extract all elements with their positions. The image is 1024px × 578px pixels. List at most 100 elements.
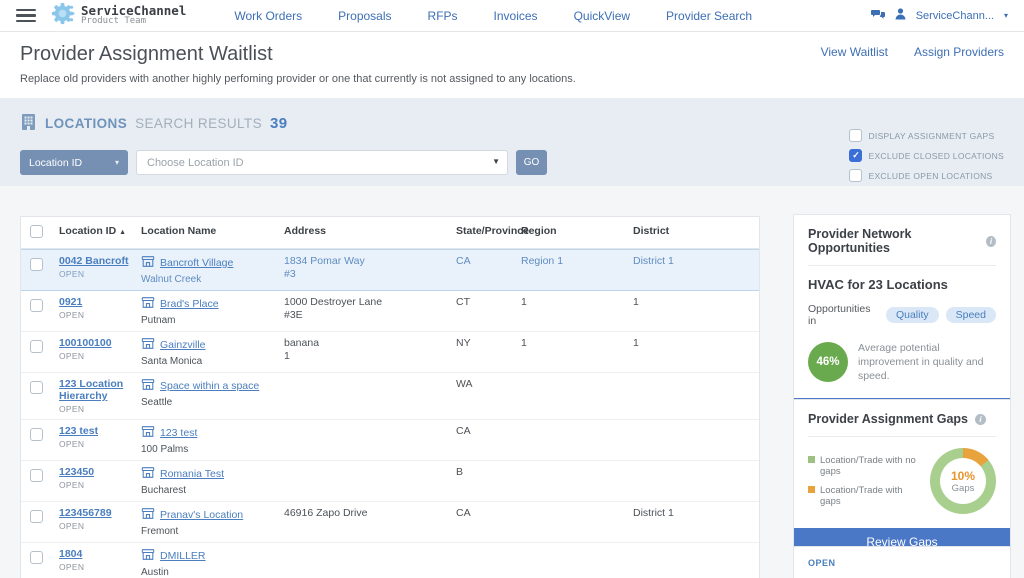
speed-pill[interactable]: Speed [946,307,996,323]
storefront-icon [141,255,155,271]
location-name-link[interactable]: Pranav's Location [160,509,243,521]
improvement-description: Average potential improvement in quality… [858,341,996,384]
page-subtitle: Replace old providers with another highl… [20,73,1004,85]
location-id-link[interactable]: 123450 [59,466,94,478]
brand-logo[interactable]: ServiceChannel Product Team [50,1,186,31]
user-menu[interactable]: ServiceChann... [916,10,994,22]
location-name-link[interactable]: 123 test [160,427,197,439]
location-id-link[interactable]: 123456789 [59,507,112,519]
address-cell [284,420,456,430]
location-city: Putnam [141,315,280,326]
nav-invoices[interactable]: Invoices [494,9,538,23]
table-header-row: Location ID ▲ Location Name Address Stat… [21,217,759,249]
row-checkbox[interactable] [30,510,43,523]
panel-title: Provider Assignment Gaps [808,412,968,426]
table-row[interactable]: 100100100OPEN GainzvilleSanta Monica ban… [21,332,759,373]
location-name-link[interactable]: Bancroft Village [160,257,233,269]
select-all-checkbox[interactable] [30,225,43,238]
storefront-icon [141,337,155,353]
go-button[interactable]: GO [516,150,547,175]
location-id-link[interactable]: 1804 [59,548,82,560]
table-row[interactable]: 1804OPEN DMILLERAustin [21,543,759,578]
info-icon[interactable]: i [975,414,986,425]
table-row[interactable]: 123450OPEN Romania TestBucharest B [21,461,759,502]
table-row[interactable]: 0042 BancroftOPEN Bancroft VillageWalnut… [21,249,759,291]
gaps-percent-label: Gaps [952,483,975,494]
status-badge: OPEN [59,310,137,320]
status-badge: OPEN [59,351,137,361]
chevron-down-icon[interactable]: ▾ [1004,11,1008,20]
info-icon[interactable]: i [986,236,996,247]
table-row[interactable]: 123 Location HierarchyOPEN Space within … [21,373,759,420]
col-state[interactable]: State/Province [456,217,521,244]
col-district[interactable]: District [633,217,759,244]
row-checkbox[interactable] [30,258,43,271]
status-badge: OPEN [59,439,137,449]
table-row[interactable]: 123456789OPEN Pranav's LocationFremont 4… [21,502,759,543]
chevron-down-icon: ▾ [115,158,119,167]
state-cell: B [456,461,521,483]
region-cell [521,461,633,471]
storefront-icon [141,548,155,564]
brand-subtitle: Product Team [81,17,186,26]
location-name-link[interactable]: Space within a space [160,380,259,392]
chat-icon[interactable] [871,9,885,23]
location-name-link[interactable]: DMILLER [160,550,206,562]
row-checkbox[interactable] [30,428,43,441]
row-checkbox[interactable] [30,469,43,482]
col-location-id[interactable]: Location ID ▲ [59,217,141,244]
location-id-link[interactable]: 123 test [59,425,98,437]
exclude-open-locations-option[interactable]: EXCLUDE OPEN LOCATIONS [849,169,1004,182]
checkbox-checked[interactable] [849,149,862,162]
nav-quickview[interactable]: QuickView [574,9,630,23]
quality-pill[interactable]: Quality [886,307,939,323]
address-cell: banana1 [284,332,456,367]
district-cell [633,373,759,383]
results-count: 39 [270,115,288,132]
location-id-link[interactable]: 0042 Bancroft [59,255,128,267]
legend-green-swatch [808,456,815,463]
checkbox-unchecked[interactable] [849,129,862,142]
address-cell: 1000 Destroyer Lane#3E [284,291,456,326]
assign-providers-link[interactable]: Assign Providers [914,45,1004,59]
address-cell: 46916 Zapo Drive [284,502,456,524]
nav-rfps[interactable]: RFPs [428,9,458,23]
table-row[interactable]: 123 testOPEN 123 test100 Palms CA [21,420,759,461]
row-checkbox[interactable] [30,299,43,312]
hamburger-menu-icon[interactable] [16,9,36,23]
location-city: Seattle [141,397,280,408]
nav-provider-search[interactable]: Provider Search [666,9,752,23]
view-waitlist-link[interactable]: View Waitlist [821,45,888,59]
location-id-link[interactable]: 100100100 [59,337,112,349]
row-checkbox[interactable] [30,381,43,394]
status-badge: OPEN [59,521,137,531]
location-name-link[interactable]: Gainzville [160,339,206,351]
exclude-closed-locations-option[interactable]: EXCLUDE CLOSED LOCATIONS [849,149,1004,162]
location-city: 100 Palms [141,444,280,455]
row-checkbox[interactable] [30,340,43,353]
filter-field-dropdown[interactable]: Location ID ▾ [20,150,128,175]
display-assignment-gaps-option[interactable]: DISPLAY ASSIGNMENT GAPS [849,129,1004,142]
storefront-icon [141,378,155,394]
location-city: Bucharest [141,485,280,496]
nav-work-orders[interactable]: Work Orders [234,9,302,23]
location-city: Austin [141,567,280,578]
row-checkbox[interactable] [30,551,43,564]
region-cell: Region 1 [521,250,633,272]
location-id-link[interactable]: 123 Location Hierarchy [59,378,123,402]
location-name-link[interactable]: Romania Test [160,468,224,480]
location-id-input[interactable] [136,150,508,175]
state-cell: NY [456,332,521,354]
gear-logo-icon [50,1,75,31]
table-row[interactable]: 0921 OPEN Brad's Place Putnam 1000 Destroy… [21,291,759,332]
location-id-link[interactable]: 0921 [59,296,82,308]
checkbox-unchecked[interactable] [849,169,862,182]
gaps-donut-chart: 10% Gaps [930,448,996,514]
address-cell [284,543,456,553]
col-location-name[interactable]: Location Name [141,217,284,244]
location-name-link[interactable]: Brad's Place [160,298,219,310]
col-address[interactable]: Address [284,217,456,244]
col-region[interactable]: Region [521,217,633,244]
state-cell [456,543,521,553]
nav-proposals[interactable]: Proposals [338,9,391,23]
